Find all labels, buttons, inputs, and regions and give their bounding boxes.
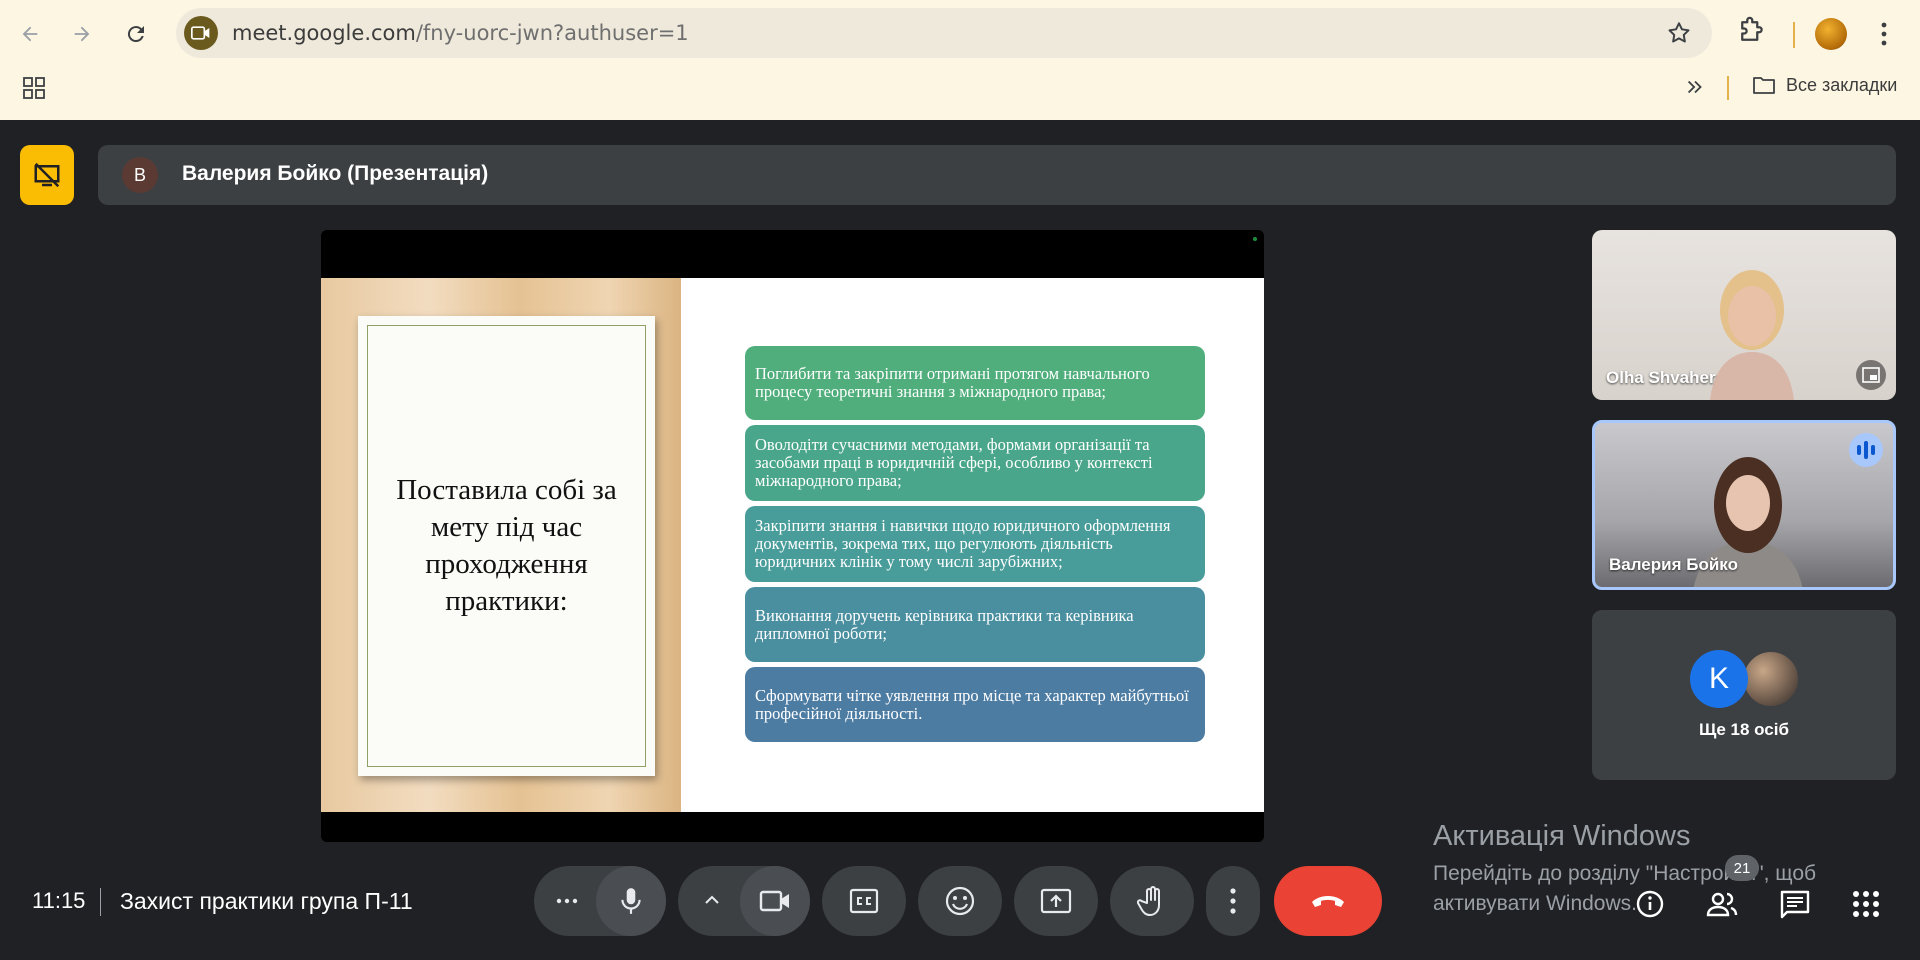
more-participants-label: Ще 18 осіб (1699, 720, 1789, 739)
people-button[interactable] (1702, 884, 1742, 924)
meet-site-icon (184, 16, 218, 50)
slide-bullet: Закріпити знання і навички щодо юридично… (745, 506, 1205, 582)
microphone-button[interactable] (596, 866, 666, 936)
present-screen-button[interactable] (1014, 866, 1098, 936)
slide-bullets: Поглибити та закріпити отримані протягом… (745, 346, 1205, 747)
extensions-puzzle-icon[interactable] (1736, 16, 1766, 51)
people-icon (1706, 892, 1738, 917)
all-bookmarks-label: Все закладки (1786, 74, 1898, 95)
forward-arrow-icon[interactable] (64, 16, 100, 52)
captions-button[interactable] (822, 866, 906, 936)
more-participants-tile[interactable]: K Ще 18 осіб (1592, 610, 1896, 780)
apps-grid-icon[interactable] (22, 76, 46, 105)
folder-icon (1753, 77, 1775, 94)
mic-control-group (534, 866, 666, 936)
slide-bullet: Виконання доручень керівника практики та… (745, 587, 1205, 662)
camera-options-chevron-icon[interactable] (700, 888, 724, 917)
reactions-button[interactable] (918, 866, 1002, 936)
browser-chrome: meet.google.com/fny-uorc-jwn?authuser=1 … (0, 0, 1920, 120)
end-call-icon (1312, 896, 1344, 907)
participant-avatar-k: K (1690, 650, 1748, 708)
slide-bullet: Сформувати чітке уявлення про місце та х… (745, 667, 1205, 742)
browser-menu-icon[interactable] (1872, 20, 1896, 53)
meeting-title: Захист практики група П-11 (120, 888, 413, 914)
presentation-stage[interactable]: Поставила собі за мету під час проходжен… (321, 230, 1264, 842)
slide-bullet: Оволодіти сучасними методами, формами ор… (745, 425, 1205, 501)
pin-tile-icon[interactable] (1856, 360, 1886, 390)
url-text: meet.google.com/fny-uorc-jwn?authuser=1 (232, 21, 689, 45)
emoji-icon (945, 886, 975, 916)
back-arrow-icon[interactable] (12, 16, 48, 52)
stop-presenting-button[interactable] (20, 145, 74, 205)
bookmarks-separator (1727, 76, 1729, 100)
microphone-icon (621, 888, 641, 914)
bookmark-star-icon[interactable] (1666, 20, 1692, 51)
meet-area: В Валерия Бойко (Презентація) Поставила … (0, 120, 1920, 960)
apps-activities-icon (1853, 891, 1879, 917)
participant-tile-olha[interactable]: Olha Shvaher (1592, 230, 1896, 400)
meeting-time: 11:15 (32, 888, 86, 913)
speaking-indicator-icon (1849, 433, 1883, 467)
chat-icon (1780, 890, 1810, 919)
slide-bullet: Поглибити та закріпити отримані протягом… (745, 346, 1205, 420)
chat-button[interactable] (1775, 884, 1815, 924)
more-options-button[interactable] (1206, 866, 1260, 936)
present-to-all-icon (1040, 888, 1072, 914)
activation-title: Активація Windows (1433, 820, 1691, 852)
camera-button[interactable] (740, 866, 810, 936)
slide-card: Поставила собі за мету під час проходжен… (358, 316, 655, 776)
toolbar-separator (1793, 22, 1795, 48)
slide-card-text: Поставила собі за мету під час проходжен… (396, 474, 617, 617)
presenter-label: Валерия Бойко (Презентація) (182, 162, 489, 185)
address-bar[interactable]: meet.google.com/fny-uorc-jwn?authuser=1 (176, 8, 1712, 58)
more-bookmarks-chevron-icon[interactable] (1684, 76, 1706, 103)
participant-name: Валерия Бойко (1609, 555, 1738, 574)
hand-icon (1137, 886, 1160, 916)
slide: Поставила собі за мету під час проходжен… (321, 278, 1264, 812)
more-vert-icon (1230, 888, 1236, 914)
info-icon (1636, 890, 1664, 918)
profile-avatar[interactable] (1815, 18, 1847, 50)
camera-control-group (678, 866, 810, 936)
slide-wood-panel: Поставила собі за мету під час проходжен… (321, 278, 681, 812)
present-off-icon (34, 162, 60, 188)
participant-name: Olha Shvaher (1606, 368, 1716, 387)
presenter-banner: В Валерия Бойко (Презентація) (98, 145, 1896, 205)
camera-icon (759, 890, 789, 912)
presenter-avatar: В (122, 157, 158, 193)
participant-photo-avatar (1742, 650, 1800, 708)
live-indicator (1253, 237, 1257, 241)
raise-hand-button[interactable] (1110, 866, 1194, 936)
all-bookmarks-button[interactable]: Все закладки (1752, 74, 1897, 96)
people-count-badge: 21 (1725, 855, 1759, 881)
more-audio-options-icon[interactable] (554, 888, 580, 919)
time-divider (100, 888, 101, 916)
participant-tile-valeria[interactable]: Валерия Бойко (1592, 420, 1896, 590)
leave-call-button[interactable] (1274, 866, 1382, 936)
activities-button[interactable] (1846, 884, 1886, 924)
reload-icon[interactable] (118, 16, 154, 52)
meeting-details-button[interactable] (1630, 884, 1670, 924)
closed-captions-icon (849, 888, 879, 914)
